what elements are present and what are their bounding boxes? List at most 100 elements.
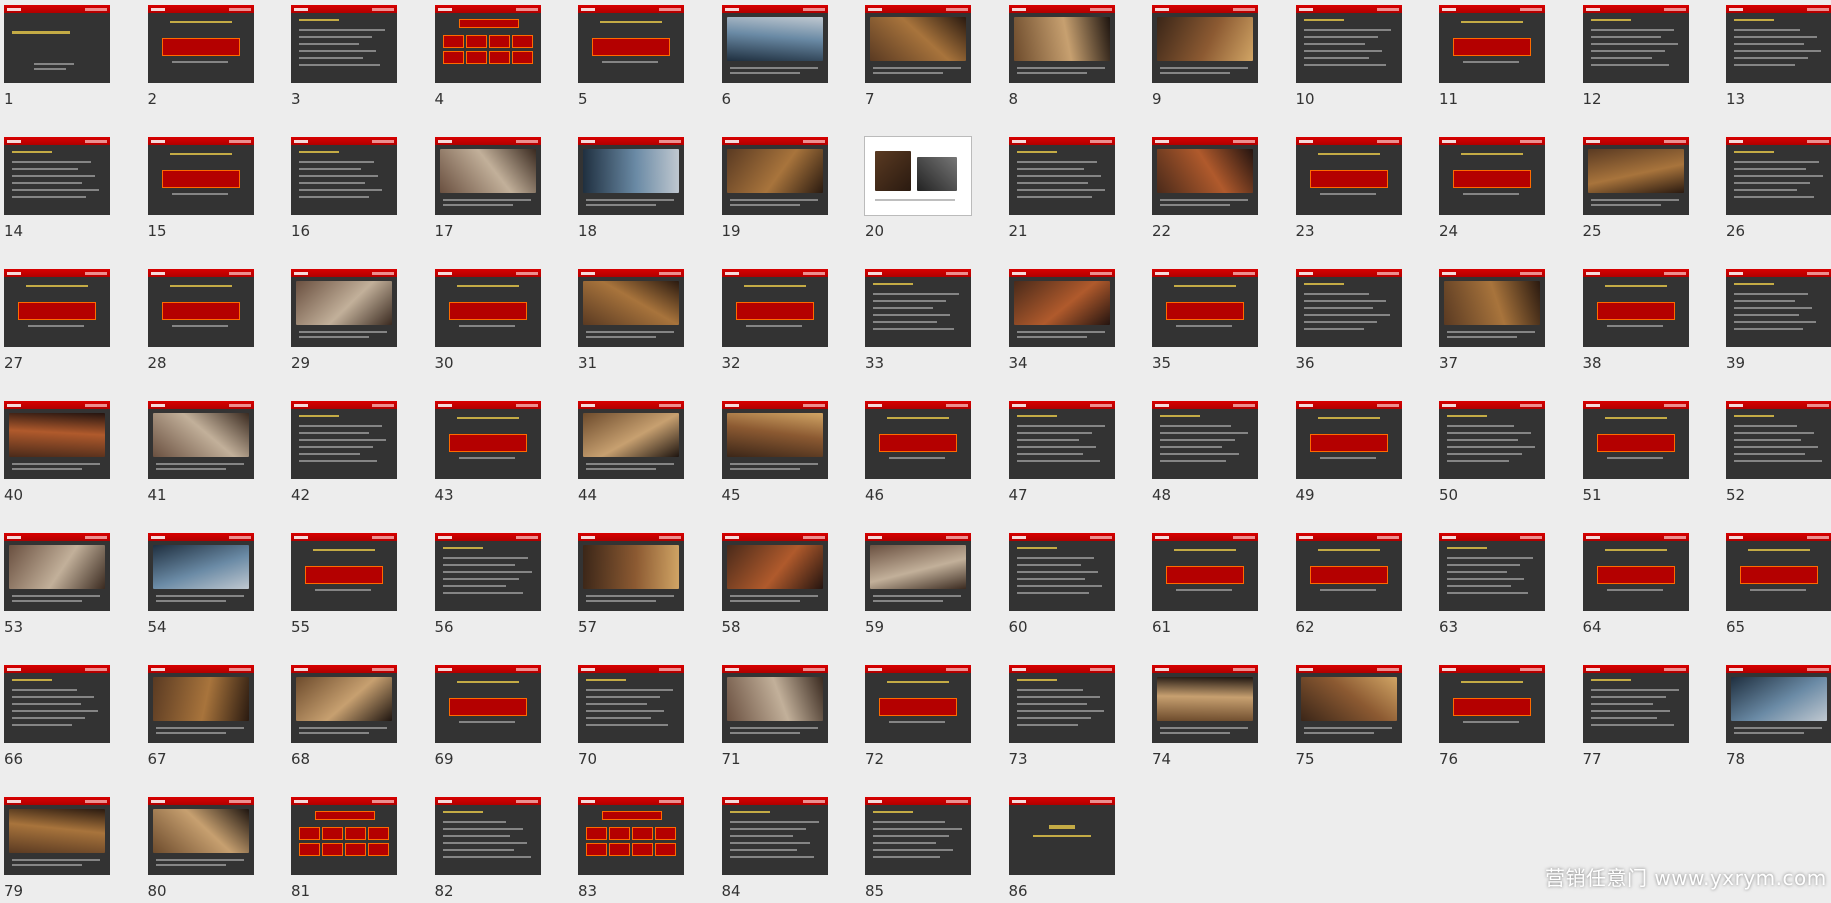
slide-thumbnail[interactable]: 77 <box>1582 665 1689 771</box>
slide-preview[interactable] <box>1008 665 1115 743</box>
slide-thumbnail[interactable]: 28 <box>147 269 254 375</box>
slide-thumbnail[interactable]: 58 <box>721 533 828 639</box>
slide-thumbnail[interactable]: 19 <box>721 137 828 243</box>
slide-preview[interactable] <box>578 401 684 479</box>
slide-preview[interactable] <box>864 136 972 216</box>
slide-preview[interactable] <box>1726 401 1831 479</box>
slide-thumbnail[interactable]: 7 <box>865 5 971 111</box>
slide-preview[interactable] <box>434 137 541 215</box>
slide-preview[interactable] <box>1008 533 1115 611</box>
slide-preview[interactable] <box>1439 665 1545 743</box>
slide-thumbnail[interactable]: 8 <box>1008 5 1115 111</box>
slide-preview[interactable] <box>291 269 397 347</box>
slide-thumbnail[interactable]: 71 <box>721 665 828 771</box>
slide-thumbnail[interactable]: 33 <box>865 269 971 375</box>
slide-thumbnail[interactable]: 13 <box>1726 5 1831 111</box>
slide-preview[interactable] <box>434 665 541 743</box>
slide-preview[interactable] <box>1726 665 1831 743</box>
slide-thumbnail[interactable]: 37 <box>1439 269 1545 375</box>
slide-thumbnail[interactable]: 17 <box>434 137 541 243</box>
slide-thumbnail[interactable]: 50 <box>1439 401 1545 507</box>
slide-preview[interactable] <box>1152 5 1258 83</box>
slide-preview[interactable] <box>1008 269 1115 347</box>
slide-preview[interactable] <box>1582 665 1689 743</box>
slide-preview[interactable] <box>147 533 254 611</box>
slide-preview[interactable] <box>1439 533 1545 611</box>
slide-thumbnail[interactable]: 3 <box>291 5 397 111</box>
slide-preview[interactable] <box>1295 269 1402 347</box>
slide-preview[interactable] <box>1582 137 1689 215</box>
slide-preview[interactable] <box>1582 533 1689 611</box>
slide-preview[interactable] <box>1582 269 1689 347</box>
slide-thumbnail[interactable]: 26 <box>1726 137 1831 243</box>
slide-thumbnail[interactable]: 34 <box>1008 269 1115 375</box>
slide-thumbnail[interactable]: 42 <box>291 401 397 507</box>
slide-preview[interactable] <box>4 401 110 479</box>
slide-preview[interactable] <box>1152 401 1258 479</box>
slide-preview[interactable] <box>1295 401 1402 479</box>
slide-preview[interactable] <box>1295 5 1402 83</box>
slide-preview[interactable] <box>4 533 110 611</box>
slide-thumbnail[interactable]: 54 <box>147 533 254 639</box>
slide-thumbnail[interactable]: 65 <box>1726 533 1831 639</box>
slide-thumbnail[interactable]: 64 <box>1582 533 1689 639</box>
slide-preview[interactable] <box>865 533 971 611</box>
slide-preview[interactable] <box>434 401 541 479</box>
slide-thumbnail[interactable]: 29 <box>291 269 397 375</box>
slide-thumbnail[interactable]: 84 <box>721 797 828 903</box>
slide-thumbnail[interactable]: 68 <box>291 665 397 771</box>
slide-thumbnail[interactable]: 22 <box>1152 137 1258 243</box>
slide-preview[interactable] <box>1439 401 1545 479</box>
slide-preview[interactable] <box>578 533 684 611</box>
slide-preview[interactable] <box>578 665 684 743</box>
slide-thumbnail[interactable]: 48 <box>1152 401 1258 507</box>
slide-preview[interactable] <box>865 269 971 347</box>
slide-thumbnail[interactable]: 20 <box>864 136 972 243</box>
slide-thumbnail[interactable]: 15 <box>147 137 254 243</box>
slide-preview[interactable] <box>721 137 828 215</box>
slide-thumbnail[interactable]: 60 <box>1008 533 1115 639</box>
slide-thumbnail[interactable]: 70 <box>578 665 684 771</box>
slide-preview[interactable] <box>4 797 110 875</box>
slide-preview[interactable] <box>147 5 254 83</box>
slide-thumbnail[interactable]: 30 <box>434 269 541 375</box>
slide-thumbnail[interactable]: 52 <box>1726 401 1831 507</box>
slide-preview[interactable] <box>1726 533 1831 611</box>
slide-preview[interactable] <box>865 797 971 875</box>
slide-thumbnail[interactable]: 1 <box>4 5 110 111</box>
slide-preview[interactable] <box>291 137 397 215</box>
slide-preview[interactable] <box>291 401 397 479</box>
slide-preview[interactable] <box>721 401 828 479</box>
slide-preview[interactable] <box>578 137 684 215</box>
slide-thumbnail[interactable]: 86 <box>1008 797 1115 903</box>
slide-thumbnail[interactable]: 49 <box>1295 401 1402 507</box>
slide-thumbnail[interactable]: 74 <box>1152 665 1258 771</box>
slide-thumbnail[interactable]: 81 <box>291 797 397 903</box>
slide-preview[interactable] <box>1582 5 1689 83</box>
slide-thumbnail[interactable]: 45 <box>721 401 828 507</box>
slide-preview[interactable] <box>1008 5 1115 83</box>
slide-preview[interactable] <box>865 5 971 83</box>
slide-preview[interactable] <box>291 5 397 83</box>
slide-thumbnail[interactable]: 56 <box>434 533 541 639</box>
slide-preview[interactable] <box>1152 533 1258 611</box>
slide-thumbnail[interactable]: 38 <box>1582 269 1689 375</box>
slide-thumbnail[interactable]: 61 <box>1152 533 1258 639</box>
slide-thumbnail[interactable]: 44 <box>578 401 684 507</box>
slide-preview[interactable] <box>1008 797 1115 875</box>
slide-thumbnail[interactable]: 36 <box>1295 269 1402 375</box>
slide-preview[interactable] <box>578 797 684 875</box>
slide-preview[interactable] <box>865 665 971 743</box>
slide-thumbnail[interactable]: 12 <box>1582 5 1689 111</box>
slide-preview[interactable] <box>578 5 684 83</box>
slide-thumbnail[interactable]: 23 <box>1295 137 1402 243</box>
slide-thumbnail[interactable]: 11 <box>1439 5 1545 111</box>
slide-thumbnail[interactable]: 83 <box>578 797 684 903</box>
slide-thumbnail[interactable]: 16 <box>291 137 397 243</box>
slide-thumbnail[interactable]: 67 <box>147 665 254 771</box>
slide-preview[interactable] <box>1726 269 1831 347</box>
slide-thumbnail[interactable]: 32 <box>721 269 828 375</box>
slide-thumbnail[interactable]: 31 <box>578 269 684 375</box>
slide-preview[interactable] <box>1439 5 1545 83</box>
slide-preview[interactable] <box>291 665 397 743</box>
